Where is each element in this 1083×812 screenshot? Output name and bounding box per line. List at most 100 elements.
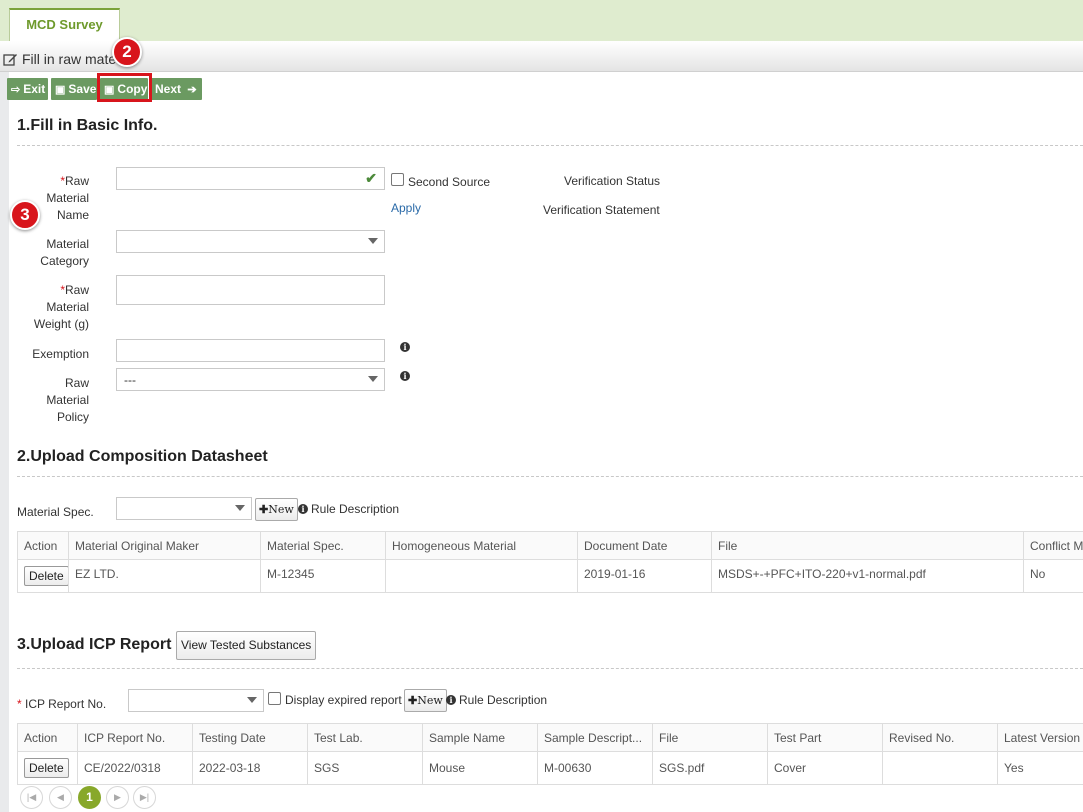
icp-report-link[interactable]: CE/2022/0318: [77, 751, 193, 785]
page-header: Fill in raw mate: [0, 41, 1083, 72]
composition-table: Action Material Original Maker Material …: [17, 531, 1083, 593]
delete-button[interactable]: Delete: [24, 566, 68, 586]
last-page-icon[interactable]: ▶|: [133, 786, 156, 809]
exemption-input[interactable]: [116, 339, 385, 362]
raw-material-policy-label: Raw Material Policy: [20, 375, 89, 426]
save-button[interactable]: ▣ Save: [51, 78, 97, 100]
column-header: Latest Version: [997, 723, 1083, 752]
apply-link[interactable]: Apply: [391, 201, 421, 215]
file-link[interactable]: MSDS+-+PFC+ITO-220+v1-normal.pdf: [711, 559, 1024, 593]
label-line: Raw: [64, 283, 89, 297]
column-header: Test Part: [767, 723, 883, 752]
divider: [17, 476, 1083, 477]
file-link[interactable]: SGS.pdf: [652, 751, 768, 785]
column-header: Material Spec.: [260, 531, 386, 560]
table-row: Delete EZ LTD. M-12345 2019-01-16 MSDS+-…: [17, 559, 1083, 593]
material-spec-label: Material Spec.: [17, 505, 94, 519]
display-expired-checkbox[interactable]: [268, 692, 281, 705]
icp-report-no-select[interactable]: [128, 689, 264, 712]
selected-value: ---: [124, 373, 136, 387]
rule-description-link[interactable]: Rule Description: [459, 693, 547, 707]
delete-button[interactable]: Delete: [24, 758, 69, 778]
raw-material-policy-select[interactable]: ---: [116, 368, 385, 391]
info-icon: i: [446, 695, 456, 705]
required-mark: *: [17, 697, 26, 711]
page-number-button[interactable]: 1: [78, 786, 101, 809]
arrow-right-icon: ➔: [187, 84, 197, 96]
test-part-link[interactable]: Cover: [767, 751, 883, 785]
page-title: Fill in raw mate: [22, 51, 117, 67]
table-header-row: Action Material Original Maker Material …: [17, 531, 1083, 560]
rule-description-link[interactable]: Rule Description: [311, 502, 399, 516]
column-header: Revised No.: [882, 723, 998, 752]
next-label: Next: [155, 82, 182, 96]
first-page-icon[interactable]: |◀: [20, 786, 43, 809]
chevron-down-icon: [235, 505, 245, 511]
sample-description-cell: M-00630: [537, 751, 653, 785]
action-cell: Delete: [17, 751, 78, 785]
column-header: Testing Date: [192, 723, 308, 752]
chevron-down-icon: [247, 697, 257, 703]
testing-date-cell: 2022-03-18: [192, 751, 308, 785]
exit-button[interactable]: ⇨ Exit: [7, 78, 48, 100]
revised-no-cell: [882, 751, 998, 785]
section-basic-info-title: 1.Fill in Basic Info.: [17, 117, 158, 134]
chevron-down-icon: [368, 238, 378, 244]
column-header: Sample Name: [422, 723, 538, 752]
label-line: Raw: [64, 174, 89, 188]
label-line: Material: [46, 237, 89, 251]
column-header: Document Date: [577, 531, 712, 560]
verification-status-label: Verification Status: [564, 174, 661, 188]
material-spec-select[interactable]: [116, 497, 252, 520]
exit-icon: ⇨: [11, 84, 21, 96]
page-title-wrap: Fill in raw mate: [3, 51, 116, 67]
info-icon[interactable]: i: [400, 342, 410, 352]
column-header: File: [711, 531, 1024, 560]
label-line: Material: [46, 393, 89, 407]
column-header: Action: [17, 723, 78, 752]
divider: [17, 668, 1083, 669]
label-line: Weight (g): [33, 317, 89, 331]
conflict-cell: No: [1023, 559, 1083, 593]
material-category-select[interactable]: [116, 230, 385, 253]
document-date-cell: 2019-01-16: [577, 559, 712, 593]
raw-material-weight-input[interactable]: [116, 275, 385, 305]
new-label: New: [417, 694, 443, 707]
test-lab-cell: SGS: [307, 751, 423, 785]
view-tested-substances-button[interactable]: View Tested Substances: [176, 631, 317, 660]
label-line: Name: [56, 208, 89, 222]
chevron-down-icon: [368, 376, 378, 382]
annotation-marker-3: 3: [10, 200, 40, 230]
new-material-spec-button[interactable]: ✚New: [255, 498, 298, 521]
checkmark-icon: ✔: [365, 170, 377, 186]
next-button[interactable]: Next ➔: [151, 78, 202, 100]
column-header: ICP Report No.: [77, 723, 193, 752]
info-icon: i: [298, 504, 308, 514]
left-edge-strip: [0, 72, 9, 812]
save-icon: ▣: [55, 84, 66, 96]
column-header: File: [652, 723, 768, 752]
second-source-checkbox[interactable]: [391, 173, 404, 186]
latest-version-cell: Yes: [997, 751, 1083, 785]
annotation-marker-2: 2: [112, 37, 142, 67]
sample-name-cell: Mouse: [422, 751, 538, 785]
plus-icon: ✚: [259, 503, 269, 516]
column-header: Conflict Mi: [1023, 531, 1083, 560]
label-line: Policy: [56, 410, 89, 424]
new-icp-report-button[interactable]: ✚New: [404, 689, 447, 712]
label-line: Material: [46, 300, 89, 314]
next-page-icon[interactable]: ▶: [106, 786, 129, 809]
tab-mcd-survey[interactable]: MCD Survey: [9, 8, 120, 42]
label-line: Material: [46, 191, 89, 205]
prev-page-icon[interactable]: ◀: [49, 786, 72, 809]
column-header: Homogeneous Material: [385, 531, 578, 560]
raw-material-name-input[interactable]: ✔: [116, 167, 385, 190]
second-source-label: Second Source: [408, 175, 491, 189]
homogeneous-cell: [385, 559, 578, 593]
maker-cell: EZ LTD.: [68, 559, 261, 593]
info-icon[interactable]: i: [400, 371, 410, 381]
spec-link[interactable]: M-12345: [260, 559, 386, 593]
copy-highlight-box: [97, 73, 152, 102]
divider: [17, 145, 1083, 146]
column-header: Test Lab.: [307, 723, 423, 752]
